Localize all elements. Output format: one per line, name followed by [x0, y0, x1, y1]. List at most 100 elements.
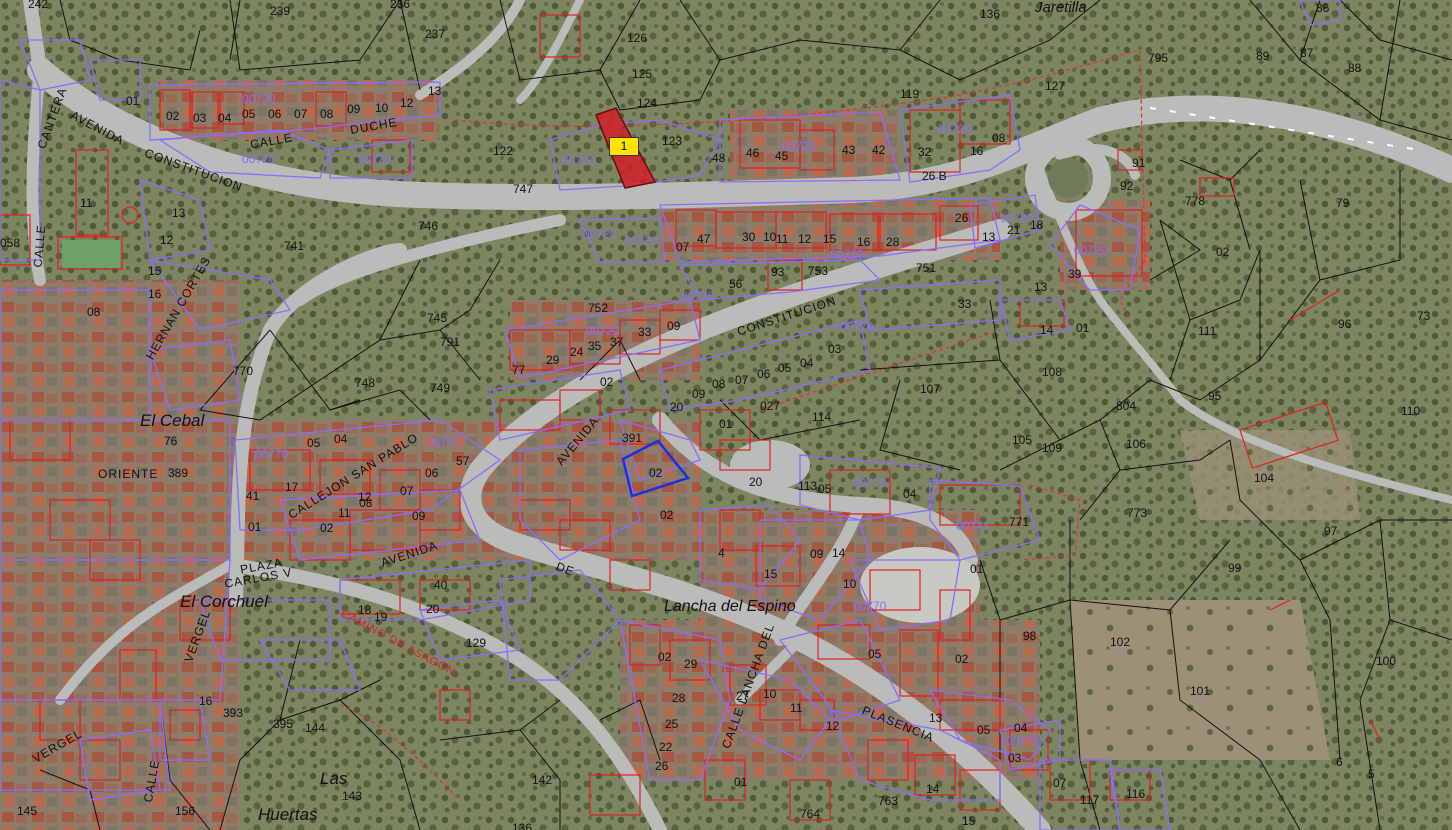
parcel-number: 21	[1007, 223, 1021, 237]
parcel-number: 42	[872, 143, 886, 157]
place-name: Lancha del Espino	[664, 598, 796, 615]
parcel-number: 05	[778, 361, 792, 375]
parcel-number: 05	[977, 723, 991, 737]
parcel-number: 12	[400, 96, 414, 110]
parcel-number: 791	[440, 335, 461, 349]
polygon-code: 00720	[624, 234, 658, 248]
parcel-number: 08	[87, 305, 101, 319]
sports-field	[62, 240, 120, 268]
polygon-code: 00720	[586, 324, 620, 338]
parcel-number: 749	[430, 381, 451, 395]
parcel-number: 14	[1040, 323, 1054, 337]
parcel-number: 16	[148, 287, 162, 301]
parcel-number: 156	[175, 804, 196, 818]
parcel-number: 13	[172, 206, 186, 220]
parcel-number: 95	[1208, 389, 1222, 403]
parcel-number: 027	[760, 399, 781, 413]
parcel-number: 56	[729, 277, 743, 291]
parcel-number: 15	[764, 567, 778, 581]
place-name: El Cebal	[140, 411, 205, 430]
parcel-number: 05	[242, 107, 256, 121]
parcel-number: 14	[832, 546, 846, 560]
parcel-number: 058	[0, 236, 21, 250]
parcel-number: 01	[1076, 321, 1090, 335]
parcel-number: 13	[982, 230, 996, 244]
polygon-code: 00720	[358, 152, 392, 166]
parcel-number: 24	[570, 345, 584, 359]
parcel-number: 20	[749, 475, 763, 489]
cadastral-map[interactable]: 242 239 237 236 136 126 125 124 123 122 747 119 127 7…	[0, 0, 1452, 830]
parcel-number: 18	[358, 603, 372, 617]
polygon-code: 00770	[853, 476, 887, 490]
parcel-number: 117	[1080, 793, 1100, 807]
parcel-number: 29	[684, 657, 698, 671]
parcel-number: 01	[248, 520, 262, 534]
parcel-number: 97	[1324, 524, 1338, 538]
polygon-code: 00720	[242, 92, 276, 106]
street-name: ORIENTE	[98, 467, 159, 481]
parcel-number: 745	[427, 311, 448, 325]
parcel-number: 06	[757, 367, 771, 381]
parcel-number: 04	[334, 432, 348, 446]
parcel-number: 101	[1190, 684, 1211, 698]
parcel-number: 07	[676, 240, 690, 254]
parcel-number: 752	[588, 301, 609, 315]
parcel-number: 19	[374, 610, 388, 624]
parcel-number: 389	[168, 466, 189, 480]
parcel-number: 237	[425, 27, 446, 41]
parcel-number: 10	[843, 577, 857, 591]
polygon-code: 00720	[782, 139, 816, 153]
parcel-number: 122	[493, 144, 514, 158]
parcel-number: 09	[667, 319, 681, 333]
parcel-number: 105	[1012, 433, 1033, 447]
parcel-number: 109	[1042, 441, 1063, 455]
parcel-number: 26	[655, 759, 669, 773]
parcel-number: 26 B	[922, 169, 947, 183]
place-name: Huertas	[258, 805, 318, 824]
parcel-number: 07	[1053, 776, 1067, 790]
parcel-number: 107	[920, 382, 941, 396]
parcel-number: 02	[166, 109, 180, 123]
polygon-code: 00720	[1074, 243, 1108, 257]
parcel-number: 32	[918, 145, 932, 159]
parcel-number: 17	[285, 480, 299, 494]
parcel-number: 4	[718, 546, 725, 560]
parcel-number: 239	[270, 4, 291, 18]
parcel-number: 77	[512, 363, 526, 377]
parcel-number: 114	[812, 410, 832, 424]
parcel-number: 764	[800, 807, 821, 821]
parcel-number: 01	[970, 562, 984, 576]
parcel-number: 04	[1014, 721, 1028, 735]
parcel-number: 35	[588, 339, 602, 353]
parcel-number: 753	[808, 264, 829, 278]
parcel-number: 145	[17, 804, 38, 818]
parcel-number: 10	[763, 230, 777, 244]
parcel-number: 16	[199, 694, 213, 708]
parcel-number: 12	[160, 233, 174, 247]
parcel-number: 92	[1120, 179, 1134, 193]
parcel-number: 01	[126, 94, 140, 108]
parcel-number: 02	[658, 650, 672, 664]
parcel-number: 136	[512, 821, 533, 830]
parcel-number: 100	[1376, 654, 1397, 668]
parcel-number: 06	[425, 466, 439, 480]
parcel-number: 76	[164, 434, 178, 448]
polygon-code: 00770	[255, 447, 289, 461]
parcel-number: 20	[670, 400, 684, 414]
parcel-number: 751	[916, 261, 937, 275]
parcel-number: 04	[800, 356, 814, 370]
parcel-number: 09	[692, 387, 706, 401]
parcel-number: 123	[662, 134, 683, 148]
parcel-number: 126	[627, 31, 648, 45]
parcel-marker[interactable]: 1	[609, 137, 639, 156]
parcel-number: 22	[659, 740, 673, 754]
polygon-code: 00720	[1000, 211, 1034, 225]
parcel-number: 30	[742, 230, 756, 244]
parcel-number: 79	[1336, 196, 1350, 210]
parcel-number: 747	[513, 182, 534, 196]
parcel-number: 113	[798, 479, 818, 493]
parcel-number: 748	[355, 376, 376, 390]
parcel-number: 16	[970, 144, 984, 158]
parcel-number: 33	[638, 325, 652, 339]
parcel-number: 33	[958, 297, 972, 311]
